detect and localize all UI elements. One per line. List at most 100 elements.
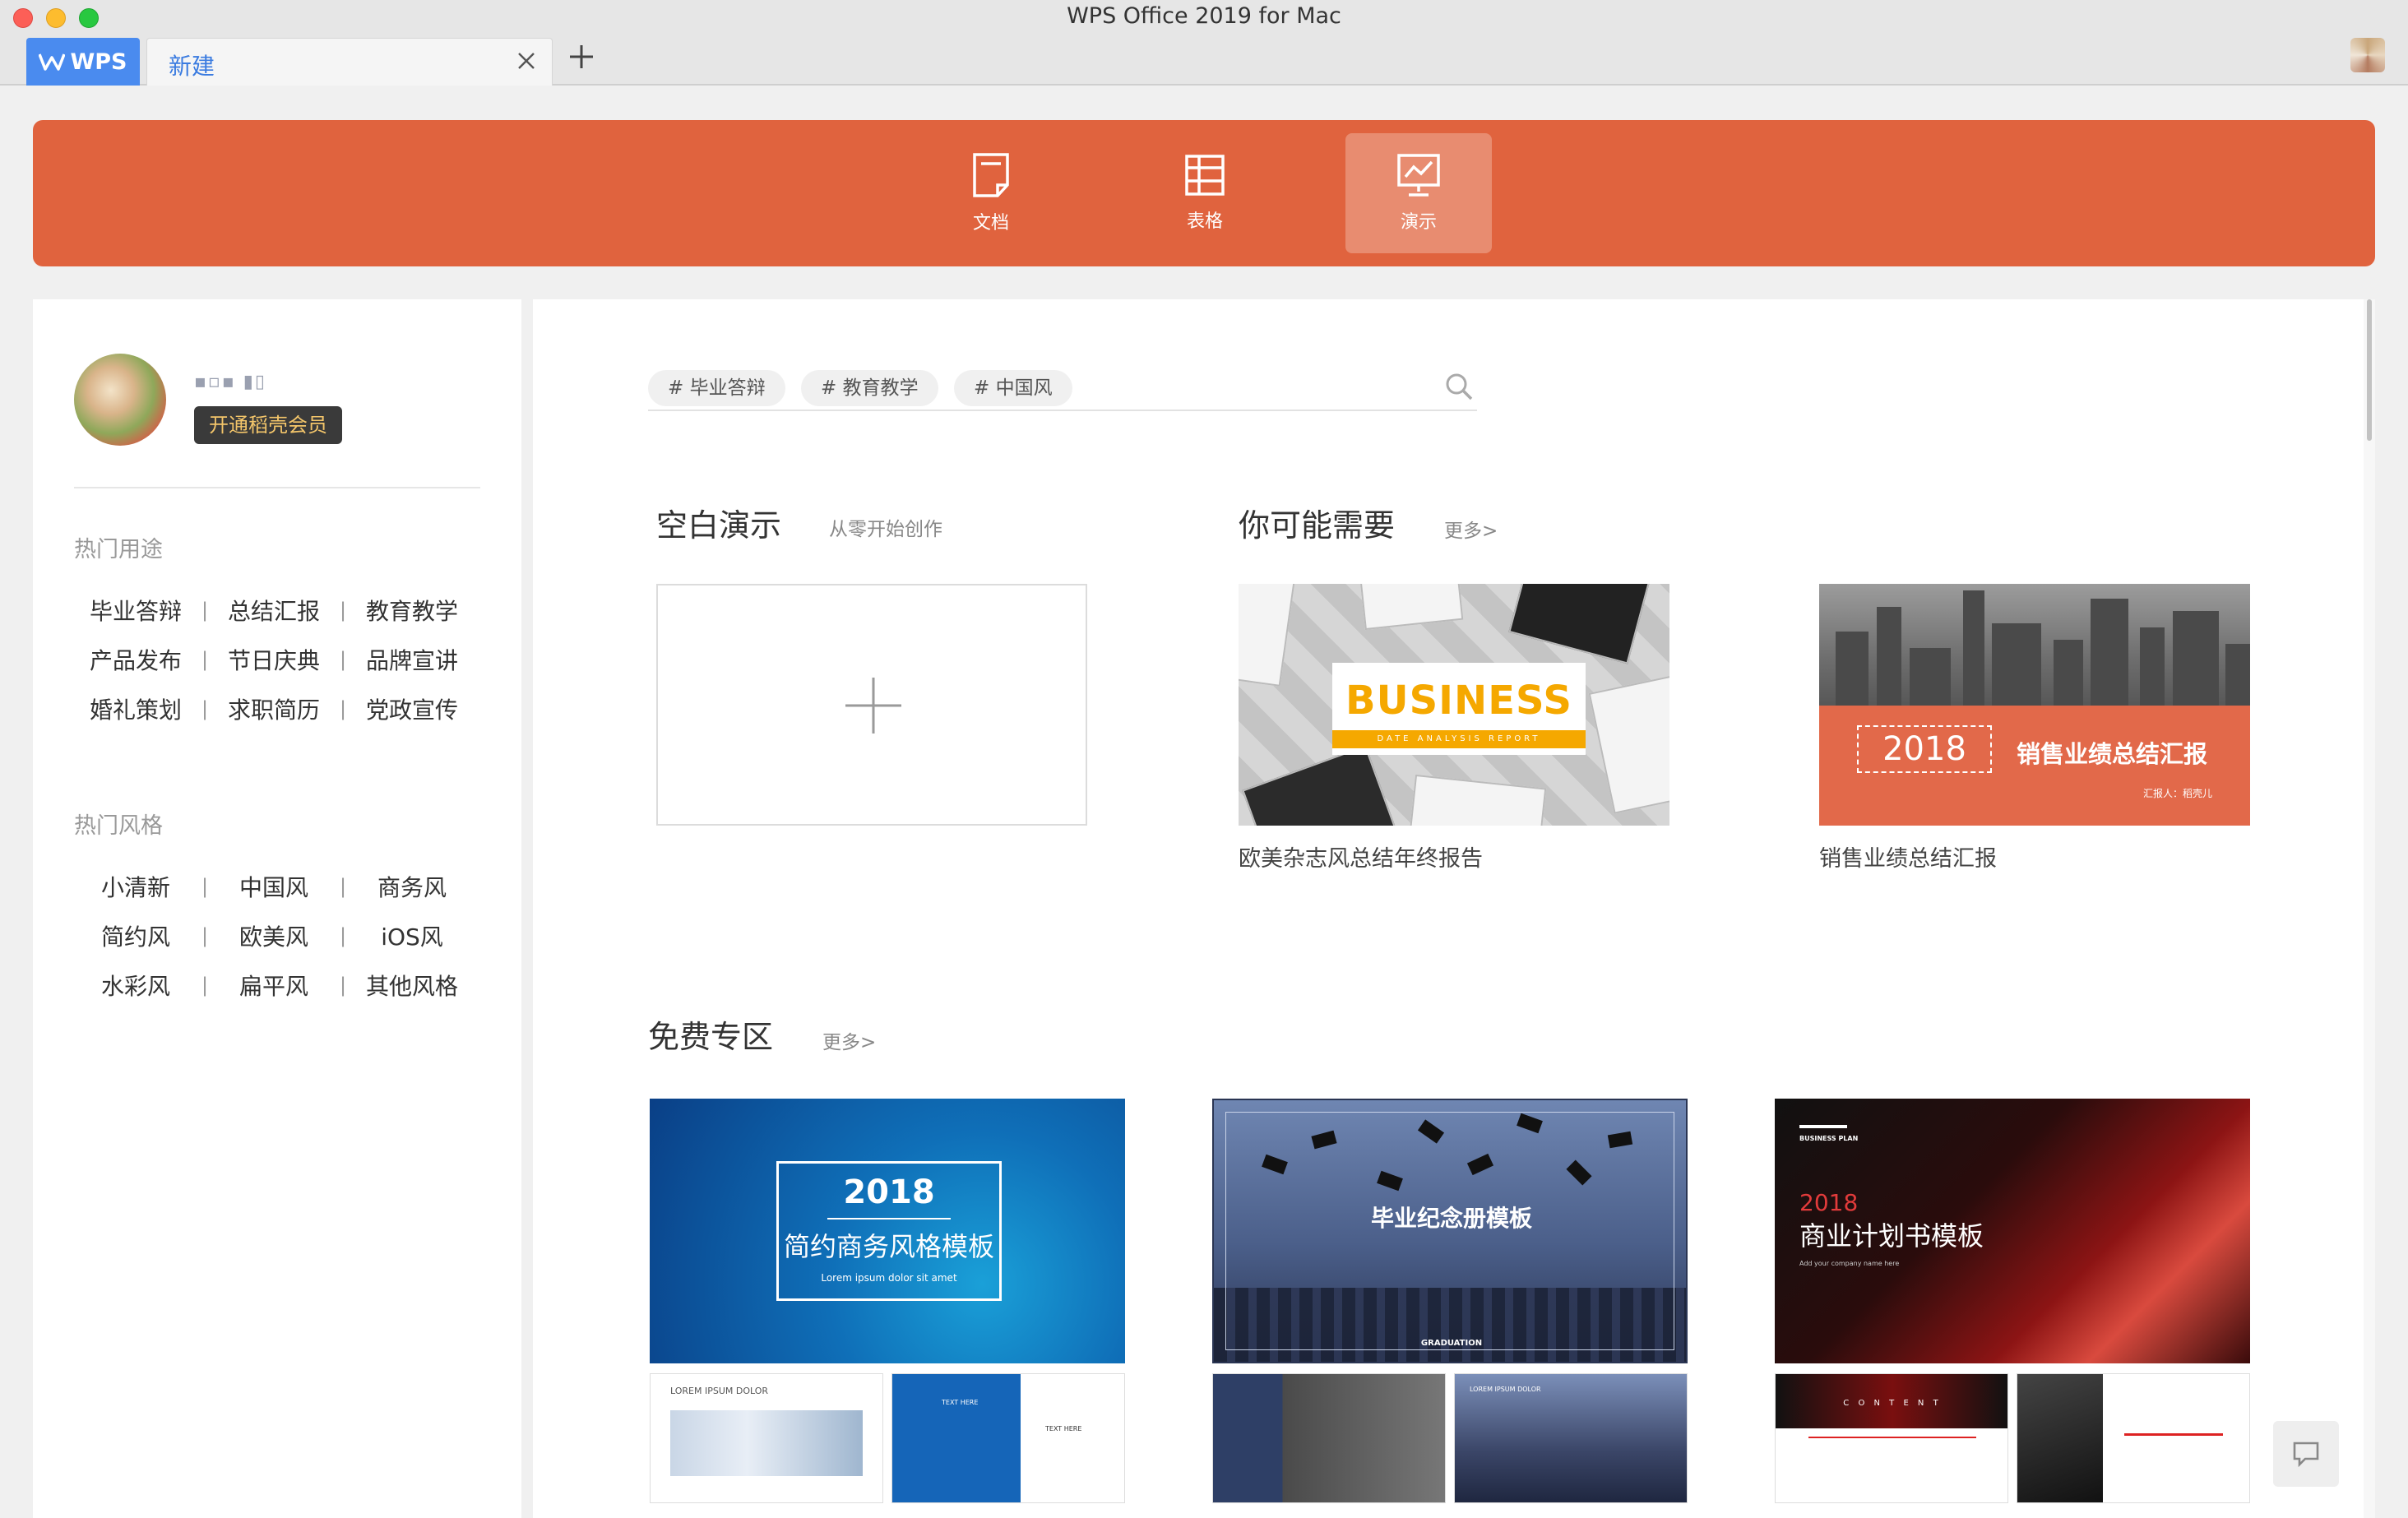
hot-style-item[interactable]: 其他风格 bbox=[350, 969, 474, 1002]
search-tag[interactable]: # 中国风 bbox=[954, 370, 1072, 406]
window-title: WPS Office 2019 for Mac bbox=[1067, 3, 1341, 29]
business-cover-title: BUSINESS bbox=[1345, 678, 1572, 724]
separator: | bbox=[201, 697, 209, 720]
need-section-more-link[interactable]: 更多> bbox=[1444, 515, 1498, 543]
hot-use-item[interactable]: 总结汇报 bbox=[212, 594, 336, 627]
template-thumbnail[interactable]: LOREM IPSUM DOLOR bbox=[1454, 1373, 1688, 1503]
plus-icon bbox=[845, 678, 901, 734]
sidebar-divider bbox=[74, 487, 480, 488]
business-plan-name: 商业计划书模板 bbox=[1799, 1220, 1984, 1252]
hot-use-item[interactable]: 品牌宣讲 bbox=[350, 643, 474, 676]
search-tag[interactable]: # 毕业答辩 bbox=[648, 370, 785, 406]
sales-cover-title: 销售业绩总结汇报 bbox=[2017, 740, 2208, 768]
hot-styles-list: 小清新 | 中国风 | 商务风 简约风 | 欧美风 | iOS风 水彩风 | 扁… bbox=[74, 862, 480, 1010]
hot-use-item[interactable]: 节日庆典 bbox=[212, 643, 336, 676]
thumb-text: C O N T E N T bbox=[1843, 1399, 1942, 1408]
separator: | bbox=[339, 697, 347, 720]
template-caption[interactable]: 销售业绩总结汇报 bbox=[1819, 840, 1997, 872]
separator: | bbox=[201, 974, 209, 997]
category-document[interactable]: 文档 bbox=[918, 133, 1064, 253]
template-thumbnail[interactable]: C O N T E N T bbox=[1775, 1373, 2008, 1503]
username-pixelated: ▪▫▪ ▮▯ bbox=[194, 372, 266, 392]
feedback-button[interactable] bbox=[2273, 1421, 2339, 1487]
search-tag[interactable]: # 教育教学 bbox=[801, 370, 938, 406]
account-avatar[interactable] bbox=[2350, 38, 2385, 72]
hot-style-item[interactable]: iOS风 bbox=[350, 919, 474, 952]
tab-new-label: 新建 bbox=[169, 53, 215, 80]
category-banner: 文档 表格 演示 bbox=[33, 120, 2375, 266]
add-tab-icon[interactable] bbox=[567, 43, 595, 71]
category-spreadsheet[interactable]: 表格 bbox=[1132, 133, 1278, 253]
thumb-text: TEXT HERE bbox=[1045, 1425, 1082, 1432]
hot-style-item[interactable]: 简约风 bbox=[74, 919, 197, 952]
hot-use-item[interactable]: 求职简历 bbox=[212, 692, 336, 725]
business-cover-subtitle: DATE ANALYSIS REPORT bbox=[1332, 730, 1586, 748]
hot-use-item[interactable]: 毕业答辩 bbox=[74, 594, 197, 627]
user-avatar[interactable] bbox=[74, 354, 166, 446]
template-sales-report[interactable]: 2018 销售业绩总结汇报 汇报人：稻壳儿 bbox=[1819, 584, 2250, 826]
free-section-title: 免费专区 bbox=[648, 1019, 774, 1055]
separator: | bbox=[339, 924, 347, 947]
tab-wps[interactable]: WPS bbox=[26, 38, 140, 86]
title-bar: WPS Office 2019 for Mac WPS 新建 bbox=[0, 0, 2408, 86]
category-presentation[interactable]: 演示 bbox=[1345, 133, 1492, 253]
search-bar[interactable]: # 毕业答辩 # 教育教学 # 中国风 bbox=[648, 363, 1477, 411]
hot-style-item[interactable]: 小清新 bbox=[74, 870, 197, 903]
separator: | bbox=[201, 648, 209, 671]
hot-style-item[interactable]: 水彩风 bbox=[74, 969, 197, 1002]
spreadsheet-icon bbox=[1185, 155, 1225, 196]
category-spreadsheet-label: 表格 bbox=[1186, 211, 1223, 232]
wps-logo-icon bbox=[39, 53, 66, 71]
chat-bubble-icon bbox=[2293, 1442, 2319, 1467]
template-business-plan[interactable]: BUSINESS PLAN 2018 商业计划书模板 Add your comp… bbox=[1775, 1099, 2250, 1363]
free-section-more-link[interactable]: 更多> bbox=[822, 1026, 876, 1054]
tab-wps-label: WPS bbox=[70, 49, 127, 75]
thumb-text: LOREM IPSUM DOLOR bbox=[670, 1386, 769, 1396]
hot-styles-title: 热门风格 bbox=[74, 813, 163, 839]
separator: | bbox=[201, 875, 209, 898]
template-business-report[interactable]: BUSINESS DATE ANALYSIS REPORT bbox=[1239, 584, 1669, 826]
hot-style-item[interactable]: 中国风 bbox=[212, 870, 336, 903]
separator: | bbox=[201, 924, 209, 947]
scrollbar-thumb[interactable] bbox=[2367, 299, 2372, 441]
simple-business-sub: Lorem ipsum dolor sit amet bbox=[821, 1272, 957, 1284]
template-thumbnail[interactable] bbox=[1212, 1373, 1446, 1503]
main-scrollbar[interactable] bbox=[2364, 299, 2375, 1518]
separator: | bbox=[201, 599, 209, 622]
separator: | bbox=[339, 974, 347, 997]
template-thumbnail[interactable]: TEXT HERE TEXT HERE bbox=[891, 1373, 1125, 1503]
search-icon[interactable] bbox=[1444, 372, 1474, 401]
blank-section-subtitle: 从零开始创作 bbox=[829, 519, 942, 540]
thumb-text: TEXT HERE bbox=[942, 1399, 979, 1406]
simple-business-year: 2018 bbox=[843, 1173, 935, 1211]
hot-use-item[interactable]: 婚礼策划 bbox=[74, 692, 197, 725]
vip-button[interactable]: 开通稻壳会员 bbox=[194, 406, 342, 444]
template-graduation[interactable]: 毕业纪念册模板 GRADUATION bbox=[1212, 1099, 1688, 1363]
separator: | bbox=[339, 648, 347, 671]
hot-use-item[interactable]: 教育教学 bbox=[350, 594, 474, 627]
close-tab-icon[interactable] bbox=[516, 50, 537, 72]
hot-style-item[interactable]: 扁平风 bbox=[212, 969, 336, 1002]
business-plan-tag: BUSINESS PLAN bbox=[1799, 1135, 1859, 1142]
hot-style-item[interactable]: 欧美风 bbox=[212, 919, 336, 952]
thumb-text: LOREM IPSUM DOLOR bbox=[1470, 1386, 1541, 1393]
template-thumbnail[interactable]: LOREM IPSUM DOLOR bbox=[650, 1373, 883, 1503]
city-skyline-image bbox=[1819, 584, 2250, 706]
template-simple-business[interactable]: 2018 简约商务风格模板 Lorem ipsum dolor sit amet bbox=[650, 1099, 1125, 1363]
category-document-label: 文档 bbox=[972, 213, 1009, 234]
template-thumbnail[interactable] bbox=[2017, 1373, 2250, 1503]
main-content: # 毕业答辩 # 教育教学 # 中国风 空白演示 从零开始创作 你可能需要 更多… bbox=[533, 299, 2364, 1518]
separator: | bbox=[339, 875, 347, 898]
business-plan-sub: Add your company name here bbox=[1799, 1260, 1900, 1267]
hot-use-item[interactable]: 产品发布 bbox=[74, 643, 197, 676]
hot-style-item[interactable]: 商务风 bbox=[350, 870, 474, 903]
tab-new[interactable]: 新建 bbox=[146, 38, 553, 86]
presentation-icon bbox=[1397, 154, 1440, 197]
need-section-title: 你可能需要 bbox=[1239, 507, 1396, 544]
simple-business-name: 简约商务风格模板 bbox=[783, 1231, 994, 1262]
blank-presentation-card[interactable] bbox=[656, 584, 1087, 826]
template-caption[interactable]: 欧美杂志风总结年终报告 bbox=[1239, 840, 1483, 872]
hot-uses-title: 热门用途 bbox=[74, 537, 163, 562]
hot-use-item[interactable]: 党政宣传 bbox=[350, 692, 474, 725]
business-plan-year: 2018 bbox=[1799, 1189, 1859, 1216]
